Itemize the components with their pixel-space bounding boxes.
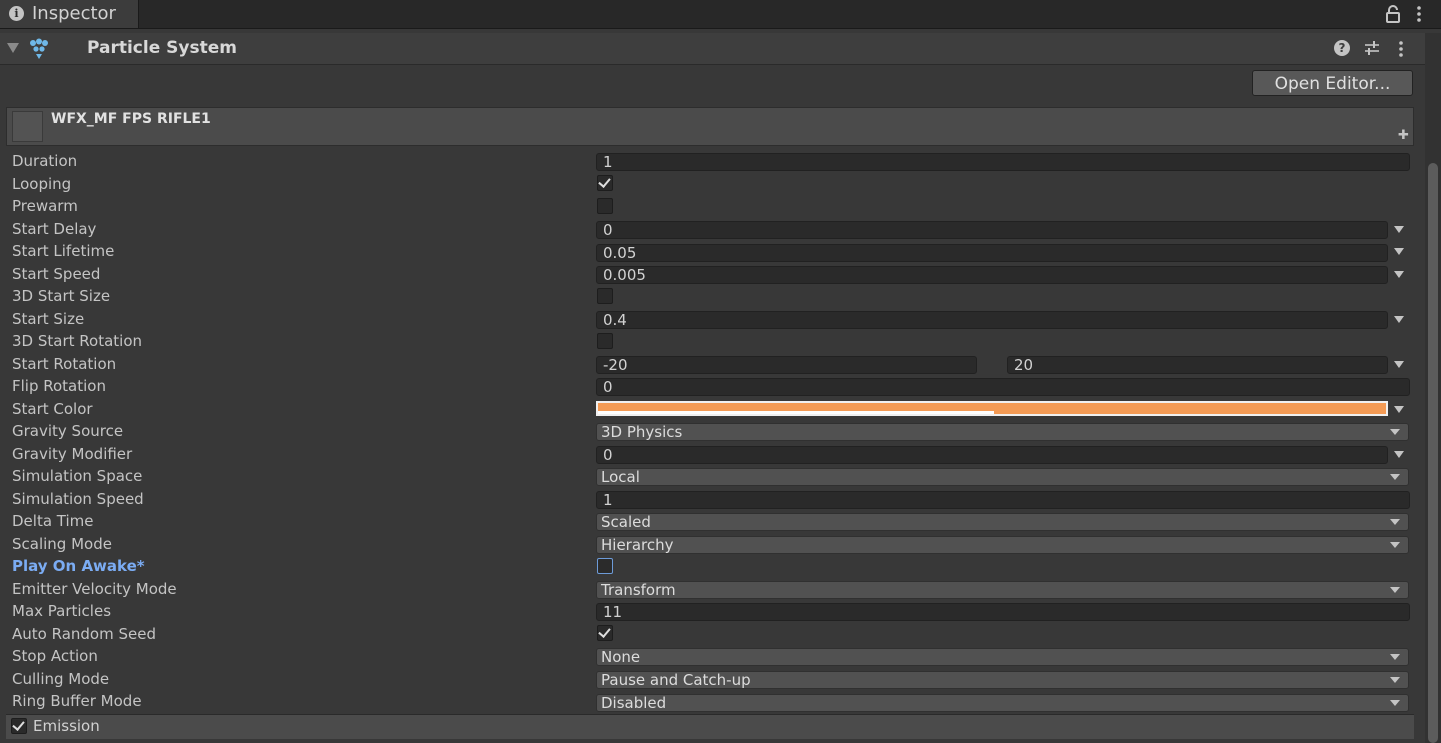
dropdown-value: Disabled [601,694,667,712]
open-editor-button[interactable]: Open Editor... [1252,70,1413,96]
dropdown-value: Scaled [601,513,651,531]
presets-sliders-icon[interactable] [1364,40,1380,56]
start-rotation-label: Start Rotation [12,355,117,373]
dropdown-value: Transform [601,581,676,599]
max-particles-label: Max Particles [12,602,112,620]
chevron-down-icon [1390,474,1400,480]
tab-label: Inspector [32,3,116,24]
component-title: Particle System [87,38,237,58]
chevron-down-icon [1390,700,1400,706]
gravity-source-label: Gravity Source [12,422,124,440]
color-mode-dropdown-icon[interactable] [1394,406,1404,413]
prewarm-label: Prewarm [12,197,78,215]
chevron-down-icon [1390,587,1400,593]
flip-rotation-label: Flip Rotation [12,377,106,395]
curve-mode-dropdown-icon[interactable] [1394,316,1404,323]
ring-buffer-mode-dropdown[interactable]: Disabled [596,694,1409,712]
curve-mode-dropdown-icon[interactable] [1394,226,1404,233]
foldout-triangle-icon[interactable] [7,43,19,53]
duration-label: Duration [12,152,78,170]
start-rotation-3d-checkbox[interactable] [597,333,613,349]
start-lifetime-label: Start Lifetime [12,242,115,260]
start-speed-field[interactable]: 0.005 [596,266,1388,284]
dropdown-value: Local [601,468,640,486]
start-delay-field[interactable]: 0 [596,221,1388,239]
chevron-down-icon [1390,654,1400,660]
start-rotation-3d-label: 3D Start Rotation [12,332,143,350]
looping-checkbox[interactable] [597,175,613,191]
checkmark-icon [598,625,611,638]
gravity-modifier-field[interactable]: 0 [596,446,1388,464]
start-speed-label: Start Speed [12,265,101,283]
start-rotation-max-field[interactable]: 20 [1007,356,1388,374]
simulation-space-dropdown[interactable]: Local [596,468,1409,486]
start-size-3d-label: 3D Start Size [12,287,111,305]
gravity-modifier-label: Gravity Modifier [12,445,133,463]
start-size-label: Start Size [12,310,85,328]
kebab-menu-icon[interactable] [1414,5,1424,23]
checkmark-icon [598,175,611,188]
lock-icon[interactable] [1386,5,1400,23]
stop-action-dropdown[interactable]: None [596,648,1409,666]
start-lifetime-field[interactable]: 0.05 [596,244,1388,262]
start-color-alpha-bar [598,411,994,414]
scaling-mode-label: Scaling Mode [12,535,112,553]
play-on-awake-checkbox[interactable] [597,558,613,574]
curve-mode-dropdown-icon[interactable] [1394,271,1404,278]
culling-mode-label: Culling Mode [12,670,110,688]
simulation-speed-label: Simulation Speed [12,490,144,508]
prewarm-checkbox[interactable] [597,198,613,214]
curve-mode-dropdown-icon[interactable] [1394,361,1404,368]
help-icon[interactable]: ? [1334,40,1350,56]
module-header[interactable] [6,107,1414,146]
start-delay-label: Start Delay [12,220,97,238]
checkmark-icon [12,718,25,731]
ring-buffer-mode-label: Ring Buffer Mode [12,692,142,710]
gravity-source-dropdown[interactable]: 3D Physics [596,423,1409,441]
delta-time-dropdown[interactable]: Scaled [596,513,1409,531]
culling-mode-dropdown[interactable]: Pause and Catch-up [596,671,1409,689]
simulation-space-label: Simulation Space [12,467,143,485]
module-name: WFX_MF FPS RIFLE1 [51,111,211,127]
emitter-velocity-mode-label: Emitter Velocity Mode [12,580,177,598]
emission-module-header[interactable] [6,714,1414,739]
auto-random-seed-label: Auto Random Seed [12,625,156,643]
dropdown-value: 3D Physics [601,423,683,441]
flip-rotation-field[interactable]: 0 [596,378,1410,396]
play-on-awake-label: Play On Awake* [12,557,145,575]
chevron-down-icon [1390,542,1400,548]
chevron-down-icon [1390,519,1400,525]
start-rotation-min-field[interactable]: -20 [596,356,977,374]
scaling-mode-dropdown[interactable]: Hierarchy [596,536,1409,554]
stop-action-label: Stop Action [12,647,98,665]
tab-bar [0,0,1441,29]
max-particles-field[interactable]: 11 [596,603,1410,621]
emitter-velocity-mode-dropdown[interactable]: Transform [596,581,1409,599]
add-module-icon[interactable]: ✚ [1398,128,1409,143]
scrollbar-thumb[interactable] [1428,163,1438,743]
simulation-speed-field[interactable]: 1 [596,491,1410,509]
emission-label: Emission [33,717,100,735]
looping-label: Looping [12,175,72,193]
chevron-down-icon [1390,429,1400,435]
chevron-down-icon [1390,677,1400,683]
kebab-menu-icon[interactable] [1396,40,1406,58]
info-icon: i [9,6,24,21]
curve-mode-dropdown-icon[interactable] [1394,451,1404,458]
duration-field[interactable]: 1 [596,153,1410,171]
start-size-3d-checkbox[interactable] [597,288,613,304]
curve-mode-dropdown-icon[interactable] [1394,248,1404,255]
start-color-label: Start Color [12,400,93,418]
particle-system-icon [30,38,48,59]
auto-random-seed-checkbox[interactable] [597,625,613,641]
emission-checkbox[interactable] [11,718,27,734]
dropdown-value: Pause and Catch-up [601,671,751,689]
start-size-field[interactable]: 0.4 [596,311,1388,329]
delta-time-label: Delta Time [12,512,94,530]
dropdown-value: None [601,648,641,666]
module-thumbnail [12,111,43,142]
dropdown-value: Hierarchy [601,536,674,554]
